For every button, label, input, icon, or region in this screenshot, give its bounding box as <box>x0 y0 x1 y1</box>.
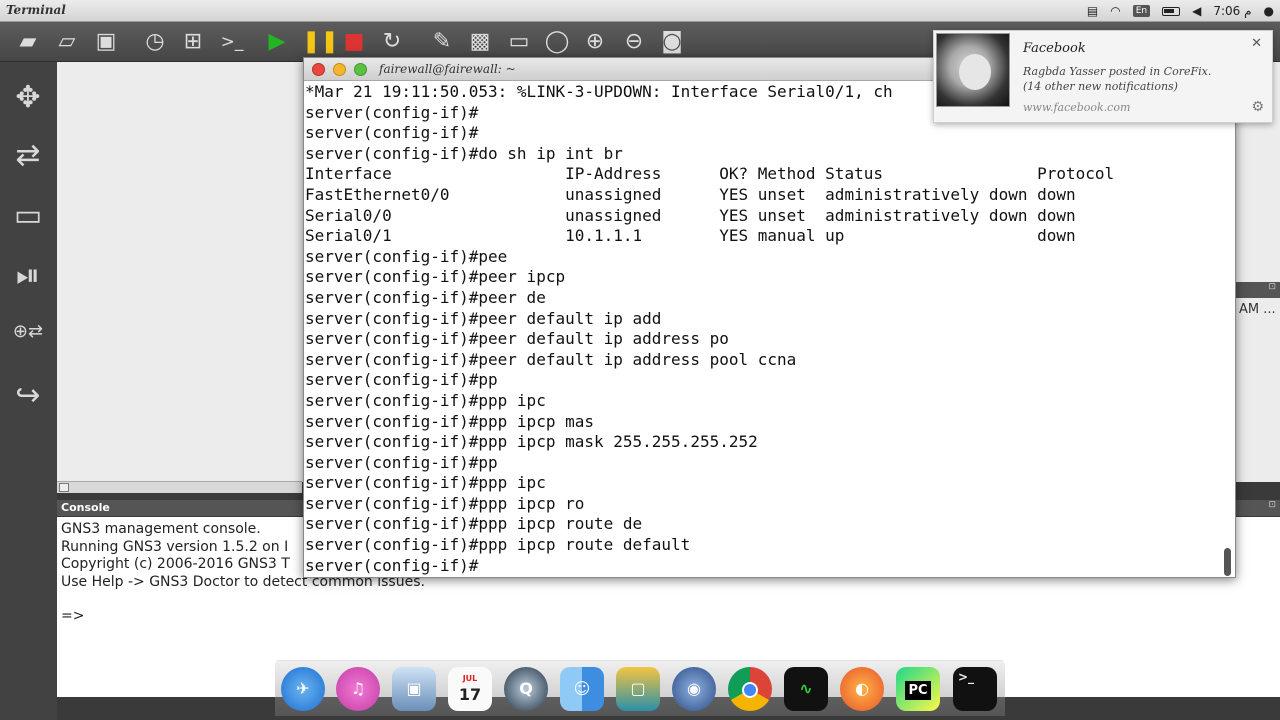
gns3-icon[interactable]: ◉ <box>672 667 716 711</box>
terminal-line: server(config-if)#ppp ipcp mask 255.255.… <box>305 432 758 452</box>
ellipse-icon[interactable]: ◯ <box>543 28 571 56</box>
switch-icon[interactable]: ⇄ <box>6 134 50 178</box>
save-icon[interactable]: ▣ <box>92 28 120 56</box>
itunes-icon[interactable]: ♫ <box>336 667 380 711</box>
terminal-window[interactable]: fairewall@fairewall: ~ *Mar 21 19:11:50.… <box>303 57 1236 578</box>
terminal-line: Interface IP-Address OK? Method Status P… <box>305 164 1115 184</box>
terminal-icon[interactable]: >_ <box>953 667 997 711</box>
apple-icon[interactable]: ● <box>1264 3 1274 19</box>
open-folder-icon[interactable]: ▰ <box>14 28 42 56</box>
canvas-scrollbar[interactable] <box>57 481 302 493</box>
terminal-line: server(config-if)#ppp ipcp route default <box>305 535 691 555</box>
edit-icon[interactable]: ✎ <box>428 28 456 56</box>
activity-monitor-icon[interactable]: ∿ <box>784 667 828 711</box>
dock: ✈ ♫ ▣ JUL 17 Q ☺ ▢ ◉ ∿ ◐ PC >_ <box>275 660 1005 716</box>
notification-avatar <box>936 33 1010 107</box>
image-icon[interactable]: ▩ <box>466 28 494 56</box>
add-link-icon[interactable]: ↪ <box>6 374 50 418</box>
right-dock-header-2: ⊡ <box>1236 500 1280 516</box>
right-dock-header: ⊡ <box>1236 282 1280 298</box>
terminal-line: server(config-if)#ppp ipcp mas <box>305 411 594 431</box>
terminal-line: Serial0/0 unassigned YES unset administr… <box>305 205 1076 225</box>
notification-body: Ragbda Yasser posted in CoreFix. (14 othe… <box>1023 65 1212 93</box>
notification-source: www.facebook.com <box>1023 101 1131 114</box>
wifi-icon[interactable]: ◠ <box>1110 3 1120 19</box>
terminal-line: server(config-if)#peer default ip addres… <box>305 329 729 349</box>
archive-icon[interactable]: ▢ <box>616 667 660 711</box>
language-indicator[interactable]: En <box>1132 5 1151 17</box>
chrome-icon[interactable] <box>728 667 772 711</box>
all-devices-icon[interactable]: ⊕⇄ <box>6 310 50 354</box>
gear-icon[interactable]: ⚙ <box>1251 99 1264 115</box>
finder-icon[interactable]: ☺ <box>560 667 604 711</box>
terminal-line: server(config-if)#peer ipcp <box>305 267 566 287</box>
app-title[interactable]: Terminal <box>6 3 66 17</box>
terminal-line: server(config-if)#ppp ipc <box>305 390 546 410</box>
system-tray: ▤ ◠ En ◀ 7:06 م ● <box>1087 2 1274 20</box>
terminal-line: server(config-if)# <box>305 555 479 575</box>
terminal-line: server(config-if)#pp <box>305 452 498 472</box>
firefox-icon[interactable]: ◐ <box>840 667 884 711</box>
notification-title: Facebook <box>1023 41 1086 56</box>
device-panel: ✥ ⇄ ▭ ⏯ ⊕⇄ ↪ <box>0 62 57 720</box>
facebook-notification[interactable]: Facebook Ragbda Yasser posted in CoreFix… <box>933 30 1273 123</box>
terminal-output[interactable]: *Mar 21 19:11:50.053: %LINK-3-UPDOWN: In… <box>305 82 1221 577</box>
close-icon[interactable]: ✕ <box>1251 36 1262 51</box>
terminal-line: server(config-if)#pp <box>305 370 498 390</box>
preview-icon[interactable]: ▣ <box>392 667 436 711</box>
terminal-line: server(config-if)#ppp ipcp ro <box>305 493 585 513</box>
console-title: Console <box>57 500 305 516</box>
stop-icon[interactable]: ■ <box>340 28 368 56</box>
terminal-line: Serial0/1 10.1.1.1 YES manual up down <box>305 226 1076 246</box>
scroll-left-button[interactable] <box>59 483 69 492</box>
minimize-button[interactable] <box>333 63 346 76</box>
terminal-line: server(config-if)#pee <box>305 246 508 266</box>
terminal-line: server(config-if)#ppp ipcp route de <box>305 514 643 534</box>
battery-icon[interactable] <box>1162 6 1181 16</box>
menu-bar: Terminal ▤ ◠ En ◀ 7:06 م ● <box>0 0 1280 22</box>
app-indicator-icon[interactable]: ▤ <box>1087 3 1098 19</box>
clock-icon[interactable]: ◷ <box>141 28 169 56</box>
screenshot-region-icon[interactable]: ⊞ <box>179 28 207 56</box>
clock[interactable]: 7:06 م <box>1213 4 1251 18</box>
close-button[interactable] <box>312 63 325 76</box>
maximize-button[interactable] <box>354 63 367 76</box>
console-prompt[interactable]: => <box>61 608 1276 626</box>
safari-like-icon[interactable]: ✈ <box>281 667 325 711</box>
folder-icon[interactable]: ▱ <box>53 28 81 56</box>
end-device-icon[interactable]: ▭ <box>6 194 50 238</box>
pause-icon[interactable]: ❚❚ <box>302 28 339 56</box>
calendar-icon[interactable]: JUL 17 <box>448 667 492 711</box>
play-icon[interactable]: ▶ <box>263 28 291 56</box>
terminal-line: server(config-if)#peer de <box>305 287 546 307</box>
camera-icon[interactable]: ◙ <box>658 28 686 56</box>
terminal-line: server(config-if)#ppp ipc <box>305 473 546 493</box>
zoom-out-icon[interactable]: ⊖ <box>620 28 648 56</box>
terminal-line: server(config-if)#do sh ip int br <box>305 143 623 163</box>
terminal-scrollbar[interactable] <box>1224 548 1231 576</box>
quicktime-icon[interactable]: Q <box>504 667 548 711</box>
security-device-icon[interactable]: ⏯ <box>6 254 50 298</box>
reload-icon[interactable]: ↻ <box>378 28 406 56</box>
terminal-line: server(config-if)# <box>305 123 479 143</box>
terminal-title: fairewall@fairewall: ~ <box>379 62 516 76</box>
router-icon[interactable]: ✥ <box>6 76 50 120</box>
terminal-line: server(config-if)#peer default ip addres… <box>305 349 797 369</box>
zoom-in-icon[interactable]: ⊕ <box>581 28 609 56</box>
rectangle-icon[interactable]: ▭ <box>505 28 533 56</box>
console-prompt-icon[interactable]: >_ <box>218 28 246 56</box>
volume-icon[interactable]: ◀ <box>1192 3 1201 19</box>
pycharm-icon[interactable]: PC <box>896 667 940 711</box>
right-dock-text: AM ... <box>1239 302 1276 317</box>
terminal-line: server(config-if)#peer default ip add <box>305 308 662 328</box>
terminal-line: FastEthernet0/0 unassigned YES unset adm… <box>305 184 1076 204</box>
